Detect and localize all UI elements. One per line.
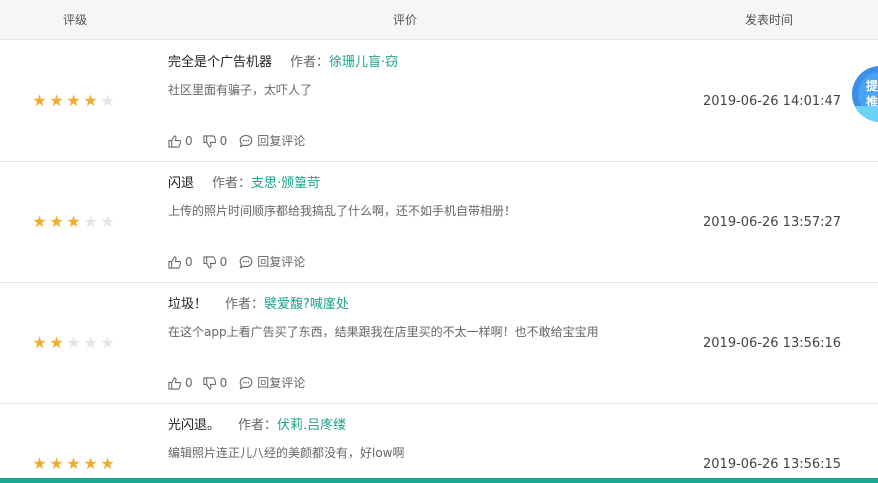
review-time: 2019-06-26 13:56:16 [703, 336, 842, 351]
reply-button[interactable]: 回复评论 [239, 132, 305, 150]
bottom-accent-bar [0, 478, 878, 483]
review-time: 2019-06-26 13:56:15 [703, 457, 842, 472]
star-empty-icon: ★ [100, 91, 115, 110]
dislike-button[interactable]: 0 [203, 253, 228, 271]
review-title: 完全是个广告机器 [168, 55, 273, 70]
header-rating: 评级 [62, 13, 87, 27]
table-header: 评级 评价 发表时间 [0, 0, 878, 40]
review-content: 上传的照片时间顺序都给我搞乱了什么啊，还不如手机自带相册！ [168, 204, 517, 218]
star-filled-icon: ★ [83, 91, 98, 110]
author-label: 作者： [290, 55, 330, 70]
review-title: 闪退 [168, 176, 195, 191]
review-row: ★ ★ ★ ★ ★ 垃圾！ 作者：襞爱馥?喊廑处 在这个app上看广告买了东西，结果跟我在… [0, 283, 878, 404]
header-time: 发表时间 [744, 13, 793, 27]
review-actions: 0 0 回复评论 [168, 374, 315, 392]
author-link[interactable]: 支思·颁篁苛 [251, 176, 320, 191]
comment-icon [239, 255, 253, 269]
review-title: 光闪退。 [168, 418, 221, 433]
star-empty-icon: ★ [83, 333, 98, 352]
star-filled-icon: ★ [32, 333, 47, 352]
star-filled-icon: ★ [66, 91, 81, 110]
star-rating: ★ ★ ★ ★ ★ [31, 454, 116, 474]
review-time: 2019-06-26 14:01:47 [703, 94, 842, 109]
review-row: ★ ★ ★ ★ ★ 完全是个广告机器 作者：徐珊儿盲·窃 社区里面有骗子，太吓人了 0 0… [0, 41, 878, 162]
star-empty-icon: ★ [66, 333, 81, 352]
comment-icon [239, 134, 253, 148]
author-link[interactable]: 伏莉.吕庝缕 [277, 418, 346, 433]
thumbs-down-icon [203, 255, 216, 269]
thumbs-down-icon [203, 134, 216, 148]
review-content: 在这个app上看广告买了东西，结果跟我在店里买的不太一样啊！也不敢给宝宝用 [168, 325, 599, 339]
star-filled-icon: ★ [66, 454, 81, 473]
author-label: 作者： [225, 297, 265, 312]
dislike-button[interactable]: 0 [203, 132, 228, 150]
like-count: 0 [185, 134, 193, 148]
star-filled-icon: ★ [100, 454, 115, 473]
review-row: ★ ★ ★ ★ ★ 光闪退。 作者：伏莉.吕庝缕 编辑照片连正儿八经的美颜都没有，好low… [0, 404, 878, 483]
review-row: ★ ★ ★ ★ ★ 闪退 作者：支思·颁篁苛 上传的照片时间顺序都给我搞乱了什么啊，还不如… [0, 162, 878, 283]
review-actions: 0 0 回复评论 [168, 253, 315, 271]
thumbs-up-icon [168, 255, 181, 269]
star-empty-icon: ★ [100, 333, 115, 352]
star-filled-icon: ★ [49, 333, 64, 352]
star-rating: ★ ★ ★ ★ ★ [31, 91, 116, 111]
star-filled-icon: ★ [83, 454, 98, 473]
review-content: 社区里面有骗子，太吓人了 [168, 83, 313, 97]
author-label: 作者： [238, 418, 278, 433]
like-count: 0 [185, 255, 193, 269]
author-link[interactable]: 徐珊儿盲·窃 [329, 55, 398, 70]
header-review: 评价 [392, 13, 417, 27]
review-title: 垃圾！ [168, 297, 208, 312]
thumbs-down-icon [203, 376, 216, 390]
star-empty-icon: ★ [100, 212, 115, 231]
comment-icon [239, 376, 253, 390]
reply-button[interactable]: 回复评论 [239, 374, 305, 392]
star-rating: ★ ★ ★ ★ ★ [31, 333, 116, 353]
review-content: 编辑照片连正儿八经的美颜都没有，好low啊 [168, 446, 405, 460]
thumbs-up-icon [168, 376, 181, 390]
reply-button[interactable]: 回复评论 [239, 253, 305, 271]
review-time: 2019-06-26 13:57:27 [703, 215, 842, 230]
author-label: 作者： [212, 176, 252, 191]
star-filled-icon: ★ [49, 454, 64, 473]
dislike-count: 0 [219, 255, 228, 269]
badge-arc-decoration [852, 106, 878, 122]
author-link[interactable]: 襞爱馥?喊廑处 [264, 297, 349, 312]
star-rating: ★ ★ ★ ★ ★ [31, 212, 116, 232]
dislike-count: 0 [219, 134, 228, 148]
star-filled-icon: ★ [49, 91, 64, 110]
reviews-table: 评级 评价 发表时间 ★ ★ ★ ★ ★ 完全是个广告机器 作者：徐珊儿盲·窃 社区里面有… [0, 0, 878, 483]
like-count: 0 [185, 376, 193, 390]
star-filled-icon: ★ [32, 454, 47, 473]
review-actions: 0 0 回复评论 [168, 132, 315, 150]
star-filled-icon: ★ [66, 212, 81, 231]
reply-label: 回复评论 [257, 376, 306, 390]
thumbs-up-icon [168, 134, 181, 148]
dislike-count: 0 [219, 376, 228, 390]
star-filled-icon: ★ [32, 91, 47, 110]
star-filled-icon: ★ [49, 212, 64, 231]
star-filled-icon: ★ [32, 212, 47, 231]
reply-label: 回复评论 [257, 134, 306, 148]
like-button[interactable]: 0 [168, 253, 193, 271]
dislike-button[interactable]: 0 [203, 374, 228, 392]
like-button[interactable]: 0 [168, 374, 193, 392]
reply-label: 回复评论 [257, 255, 306, 269]
like-button[interactable]: 0 [168, 132, 193, 150]
star-empty-icon: ★ [83, 212, 98, 231]
